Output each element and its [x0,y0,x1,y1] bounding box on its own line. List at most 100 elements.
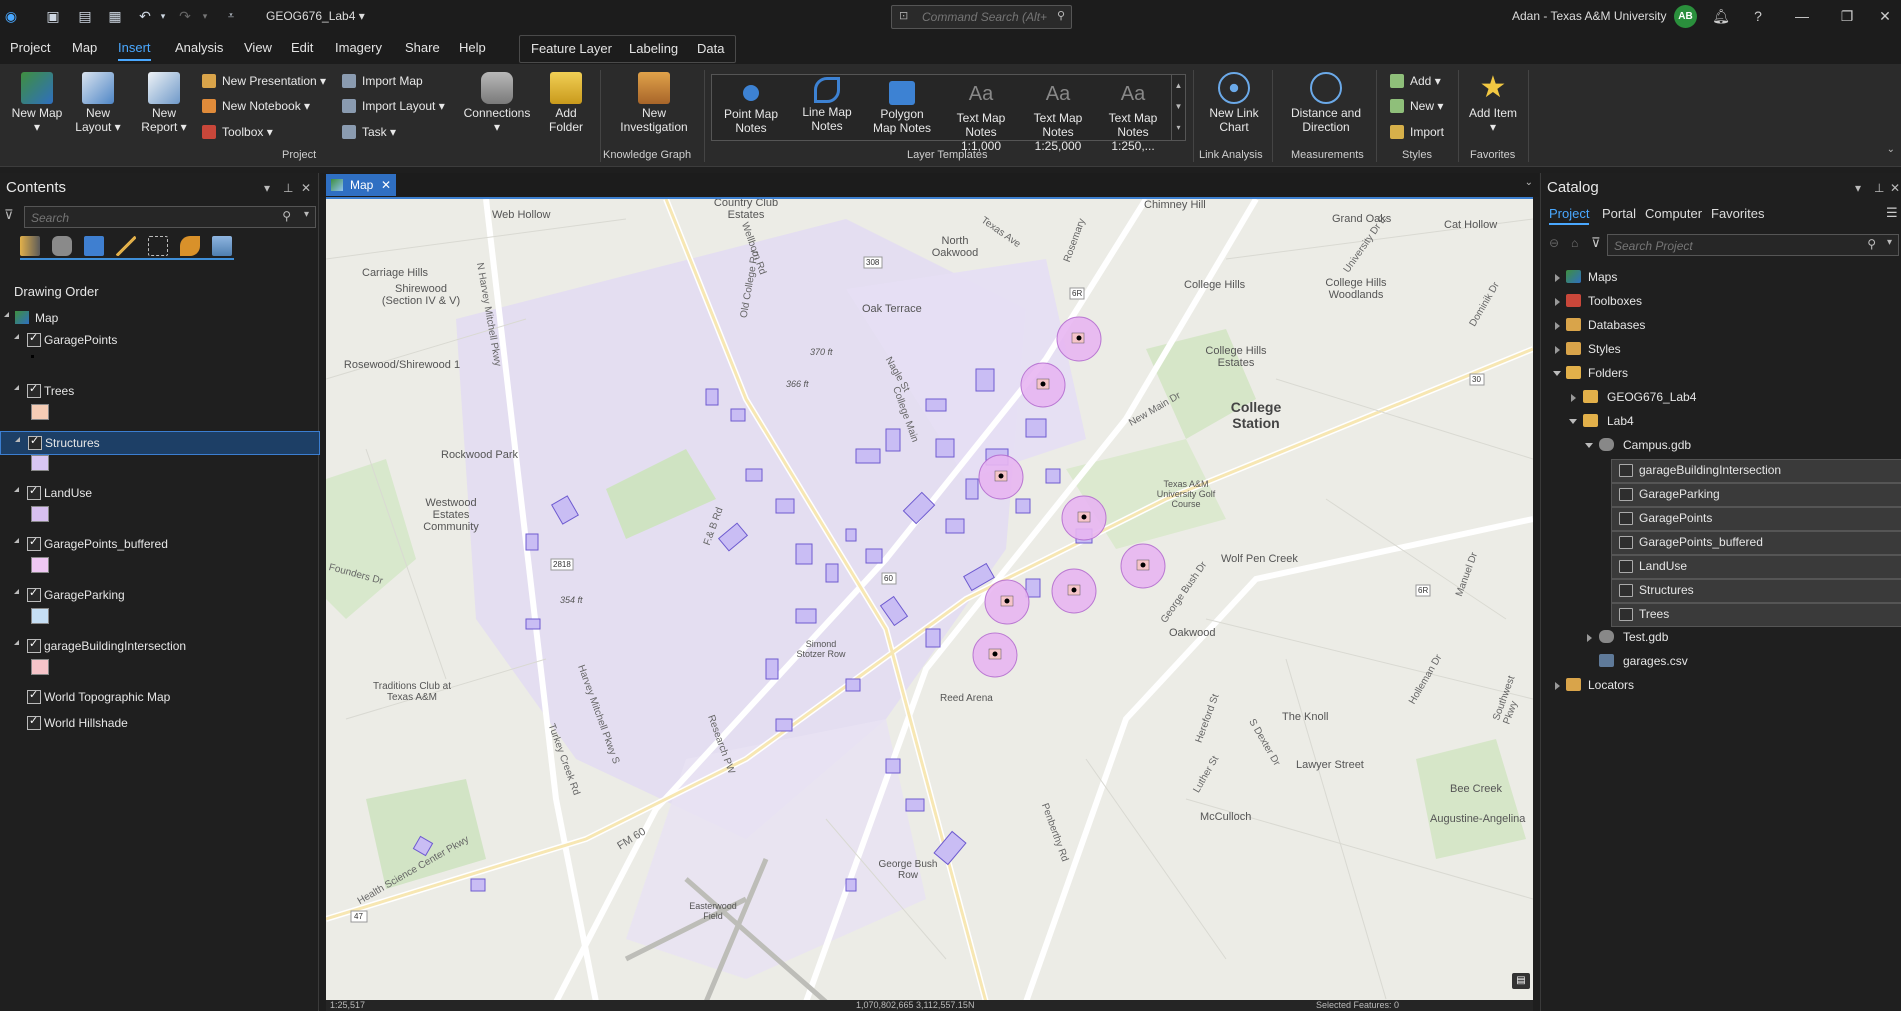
command-search-input[interactable] [920,8,1049,26]
catalog-item-garages-csv[interactable]: garages.csv [1541,650,1901,672]
add-folder-button[interactable]: Add Folder [542,72,590,134]
back-icon[interactable]: ⊖ [1549,236,1559,250]
collapse-arrow-icon[interactable] [14,334,19,339]
collapse-arrow-icon[interactable] [14,538,19,543]
tab-view[interactable]: View [244,40,272,55]
symbol-swatch[interactable] [31,659,49,675]
expand-arrow-icon[interactable] [1555,274,1560,282]
contents-search-input[interactable] [29,209,273,227]
close-window-button[interactable]: ✕ [1872,6,1898,26]
toc-layer-row[interactable]: World Hillshade [0,712,318,734]
redo-dropdown-icon[interactable]: ▾ [196,7,214,25]
catalog-tab-portal[interactable]: Portal [1602,206,1636,221]
pane-options-icon[interactable]: ▾ [1855,181,1861,195]
expand-arrow-icon[interactable] [1555,298,1560,306]
filter-icon[interactable]: ⊽ [4,207,14,223]
expand-arrow-icon[interactable] [1555,346,1560,354]
restore-button[interactable]: ❐ [1834,6,1860,26]
expand-arrow-icon[interactable] [1555,682,1560,690]
toc-layer-row[interactable]: Trees [0,380,318,402]
pin-icon[interactable]: ⊥ [1874,181,1884,195]
point-map-notes-button[interactable]: Point Map Notes [720,77,782,135]
text-map-notes-25000-button[interactable]: Aa Text Map Notes 1:25,000 [1020,77,1096,153]
tab-analysis[interactable]: Analysis [175,40,223,55]
catalog-tab-computer[interactable]: Computer [1645,206,1702,221]
open-project-icon[interactable]: ▤ [76,7,94,25]
line-map-notes-button[interactable]: Line Map Notes [796,77,858,133]
symbol-swatch[interactable] [31,608,49,624]
add-item-button[interactable]: ★ Add Item ▾ [1468,72,1518,135]
document-title[interactable]: GEOG676_Lab4 ▾ [266,9,365,23]
catalog-feature-class-row[interactable]: garageBuildingIntersection [1611,459,1901,483]
expand-arrow-icon[interactable] [1555,322,1560,330]
symbol-swatch[interactable] [31,506,49,522]
catalog-feature-class-row[interactable]: GaragePoints [1611,507,1901,531]
search-options-icon[interactable]: ▾ [1887,237,1892,248]
list-by-drawing-order-icon[interactable] [20,236,40,256]
toc-layer-row[interactable]: GarageParking [0,584,318,606]
layer-visibility-checkbox[interactable] [27,688,41,704]
polygon-map-notes-button[interactable]: Polygon Map Notes [870,77,934,135]
tab-share[interactable]: Share [405,40,440,55]
import-layout-button[interactable]: Import Layout ▾ [342,97,445,115]
collapse-ribbon-icon[interactable]: ⌄ [1887,144,1895,155]
collapse-arrow-icon[interactable] [15,437,20,442]
notifications-bell-icon[interactable]: 🔔︎ [1708,6,1734,26]
pin-icon[interactable]: ⊥ [283,181,293,195]
toc-layer-row[interactable]: Structures [0,431,320,455]
catalog-item-geog-folder[interactable]: GEOG676_Lab4 [1541,386,1901,408]
new-presentation-button[interactable]: New Presentation ▾ [202,72,326,90]
catalog-item-toolboxes[interactable]: Toolboxes [1541,290,1901,312]
close-pane-icon[interactable]: ✕ [1890,181,1900,195]
catalog-tab-favorites[interactable]: Favorites [1711,206,1764,221]
catalog-item-lab4[interactable]: Lab4 [1541,410,1901,432]
import-map-button[interactable]: Import Map [342,72,423,90]
new-investigation-button[interactable]: New Investigation [614,72,694,134]
layer-visibility-checkbox[interactable] [27,714,41,730]
task-button[interactable]: Task ▾ [342,123,396,141]
basemap-canvas[interactable]: 308 6R 30 2818 60 47 6R [326,199,1533,1002]
layer-visibility-checkbox[interactable] [27,535,41,551]
undo-icon[interactable]: ↶ [136,7,154,25]
text-map-notes-1000-button[interactable]: Aa Text Map Notes 1:1,000 [944,77,1018,153]
collapse-arrow-icon[interactable] [14,640,19,645]
connections-button[interactable]: Connections ▾ [462,72,532,134]
catalog-search-box[interactable]: ⚲ ▾ [1607,234,1899,256]
catalog-feature-class-row[interactable]: Trees [1611,603,1901,627]
undo-dropdown-icon[interactable]: ▾ [154,7,172,25]
toc-layer-row[interactable]: GaragePoints_buffered [0,533,318,555]
styles-new-button[interactable]: New ▾ [1390,97,1443,115]
close-tab-icon[interactable]: ✕ [381,174,391,196]
new-project-icon[interactable]: ▣ [44,7,62,25]
layer-visibility-checkbox[interactable] [27,382,41,398]
collapse-arrow-icon[interactable] [14,589,19,594]
toc-layer-row[interactable]: LandUse [0,482,318,504]
tab-labeling[interactable]: Labeling [629,41,678,56]
tab-imagery[interactable]: Imagery [335,40,382,55]
layer-visibility-checkbox[interactable] [27,637,41,653]
tab-insert[interactable]: Insert [118,40,151,61]
contents-search-box[interactable]: ⚲ ▾ [24,206,316,228]
catalog-feature-class-row[interactable]: LandUse [1611,555,1901,579]
toolbox-button[interactable]: Toolbox ▾ [202,123,273,141]
text-map-notes-250-button[interactable]: Aa Text Map Notes 1:250,... [1096,77,1170,153]
toc-layer-row[interactable]: World Topographic Map [0,686,318,708]
minimize-button[interactable]: — [1789,6,1815,26]
collapse-arrow-icon[interactable] [4,312,9,317]
collapse-arrow-icon[interactable] [1569,419,1577,424]
expand-arrow-icon[interactable] [1571,394,1576,402]
catalog-item-maps[interactable]: Maps [1541,266,1901,288]
catalog-item-folders[interactable]: Folders [1541,362,1901,384]
catalog-search-input[interactable] [1612,237,1856,255]
redo-icon[interactable]: ↷ [176,7,194,25]
search-icon[interactable]: ⚲ [1867,237,1876,251]
catalog-feature-class-row[interactable]: GarageParking [1611,483,1901,507]
catalog-item-styles[interactable]: Styles [1541,338,1901,360]
scale-display[interactable]: 1:25,517 [330,1000,365,1011]
layer-visibility-checkbox[interactable] [28,434,42,450]
collapse-arrow-icon[interactable] [1553,371,1561,376]
list-by-perspective-icon[interactable] [212,236,232,256]
toc-layer-row[interactable]: garageBuildingIntersection [0,635,318,657]
customize-toolbar-icon[interactable]: ⩡ [222,7,240,25]
user-name[interactable]: Adan - Texas A&M University [1512,9,1667,23]
